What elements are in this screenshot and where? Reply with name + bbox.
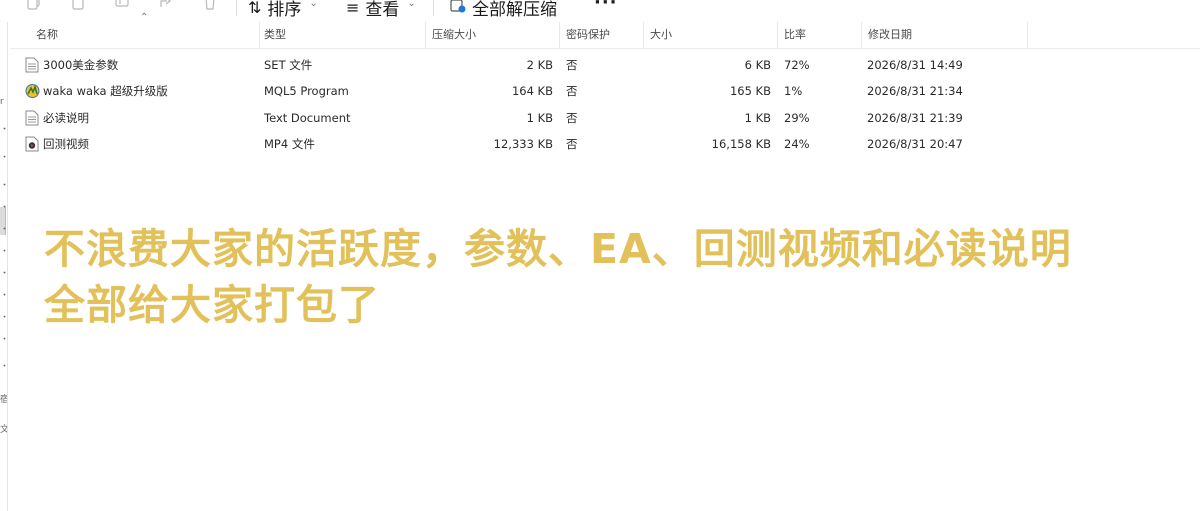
file-name: 必读说明 [43, 111, 89, 125]
mql5-icon [25, 83, 40, 99]
nav-item-fragment[interactable]: ・ [0, 362, 7, 372]
column-header-size[interactable]: 大小 [644, 22, 778, 48]
column-header-name[interactable]: 名称 [30, 22, 260, 48]
file-size: 6 KB [744, 58, 771, 72]
file-modified: 2026/8/31 21:39 [867, 111, 963, 125]
more-options-button[interactable]: ··· [594, 0, 618, 13]
file-password: 否 [566, 111, 578, 125]
toolbar-separator [433, 0, 434, 16]
file-ratio: 1% [784, 84, 803, 98]
nav-item-fragment[interactable]: ・ [0, 269, 7, 279]
nav-item-fragment[interactable]: ・ [0, 247, 7, 257]
file-compressed-size: 164 KB [511, 84, 553, 98]
sort-button[interactable]: ⇅ 排序 ⌄ [248, 0, 318, 20]
file-modified: 2026/8/31 20:47 [867, 137, 963, 151]
file-compressed-size: 1 KB [526, 111, 553, 125]
nav-item-fragment[interactable]: 文 [0, 425, 7, 435]
file-name: 回测视频 [43, 137, 89, 151]
column-header-compressed-size[interactable]: 压缩大小 [426, 22, 560, 48]
file-ratio: 24% [784, 137, 810, 151]
chevron-down-icon: ⌄ [407, 0, 416, 9]
nav-item-fragment[interactable]: ・ [0, 153, 7, 163]
delete-icon[interactable] [202, 0, 218, 10]
extract-all-button[interactable]: 全部解压缩 [450, 0, 557, 20]
sort-icon: ⇅ [248, 0, 262, 17]
file-type: SET 文件 [264, 58, 313, 72]
column-header-row: ⌃ 名称 类型 压缩大小 密码保护 大小 比率 修改日期 [10, 12, 1200, 49]
file-ratio: 72% [784, 58, 810, 72]
view-list-icon: ≡ [346, 0, 360, 17]
file-type: Text Document [264, 111, 351, 125]
toolbar: ⇅ 排序 ⌄ ≡ 查看 ⌄ 全部解压缩 ··· [0, 0, 1200, 20]
file-password: 否 [566, 58, 578, 72]
column-header-modified[interactable]: 修改日期 [862, 22, 1028, 48]
view-button[interactable]: ≡ 查看 ⌄ [346, 0, 416, 20]
column-header-password[interactable]: 密码保护 [560, 22, 644, 48]
file-ratio: 29% [784, 111, 810, 125]
nav-item-fragment[interactable]: r [0, 97, 4, 107]
column-header-ratio[interactable]: 比率 [778, 22, 862, 48]
file-modified: 2026/8/31 14:49 [867, 58, 963, 72]
file-compressed-size: 12,333 KB [493, 137, 553, 151]
overlay-caption-line-1: 不浪费大家的活跃度，参数、EA、回测视频和必读说明 [44, 225, 1072, 273]
toolbar-separator [236, 0, 237, 16]
navigation-pane[interactable]: r ・ ・ ・ ・ ・ ・ ・ ・ ・ ・ ・ 宿 文 [0, 22, 8, 511]
file-row[interactable]: 3000美金参数 SET 文件 2 KB 否 6 KB 72% 2026/8/3… [10, 52, 1200, 78]
file-size: 165 KB [729, 84, 771, 98]
nav-item-fragment[interactable]: ・ [0, 225, 7, 235]
extract-zip-icon [450, 0, 466, 18]
nav-item-fragment[interactable]: ・ [0, 291, 7, 301]
file-modified: 2026/8/31 21:34 [867, 84, 963, 98]
file-password: 否 [566, 137, 578, 151]
file-compressed-size: 2 KB [526, 58, 553, 72]
video-file-icon [25, 136, 39, 152]
file-name: 3000美金参数 [43, 58, 119, 72]
chevron-down-icon: ⌄ [309, 0, 318, 9]
file-type: MP4 文件 [264, 137, 315, 151]
nav-item-fragment[interactable]: ・ [0, 125, 7, 135]
file-row[interactable]: waka waka 超级升级版 MQL5 Program 164 KB 否 16… [10, 78, 1200, 104]
file-size: 1 KB [744, 111, 771, 125]
paste-icon[interactable] [70, 0, 86, 10]
file-type: MQL5 Program [264, 84, 349, 98]
file-password: 否 [566, 84, 578, 98]
nav-item-fragment[interactable]: ・ [0, 181, 7, 191]
text-file-icon [25, 57, 39, 73]
column-header-type[interactable]: 类型 [258, 22, 426, 48]
file-size: 16,158 KB [711, 137, 771, 151]
nav-item-fragment[interactable]: ・ [0, 203, 7, 213]
file-name: waka waka 超级升级版 [43, 84, 168, 98]
file-row[interactable]: 必读说明 Text Document 1 KB 否 1 KB 29% 2026/… [10, 105, 1200, 131]
nav-item-fragment[interactable]: 宿 [0, 395, 7, 405]
file-row[interactable]: 回测视频 MP4 文件 12,333 KB 否 16,158 KB 24% 20… [10, 131, 1200, 157]
rename-icon[interactable] [114, 0, 130, 10]
overlay-caption-line-2: 全部给大家打包了 [44, 281, 380, 329]
nav-item-fragment[interactable]: ・ [0, 335, 7, 345]
nav-item-fragment[interactable]: ・ [0, 313, 7, 323]
copy-icon[interactable] [26, 0, 42, 10]
text-file-icon [25, 110, 39, 126]
share-icon[interactable] [158, 0, 174, 10]
